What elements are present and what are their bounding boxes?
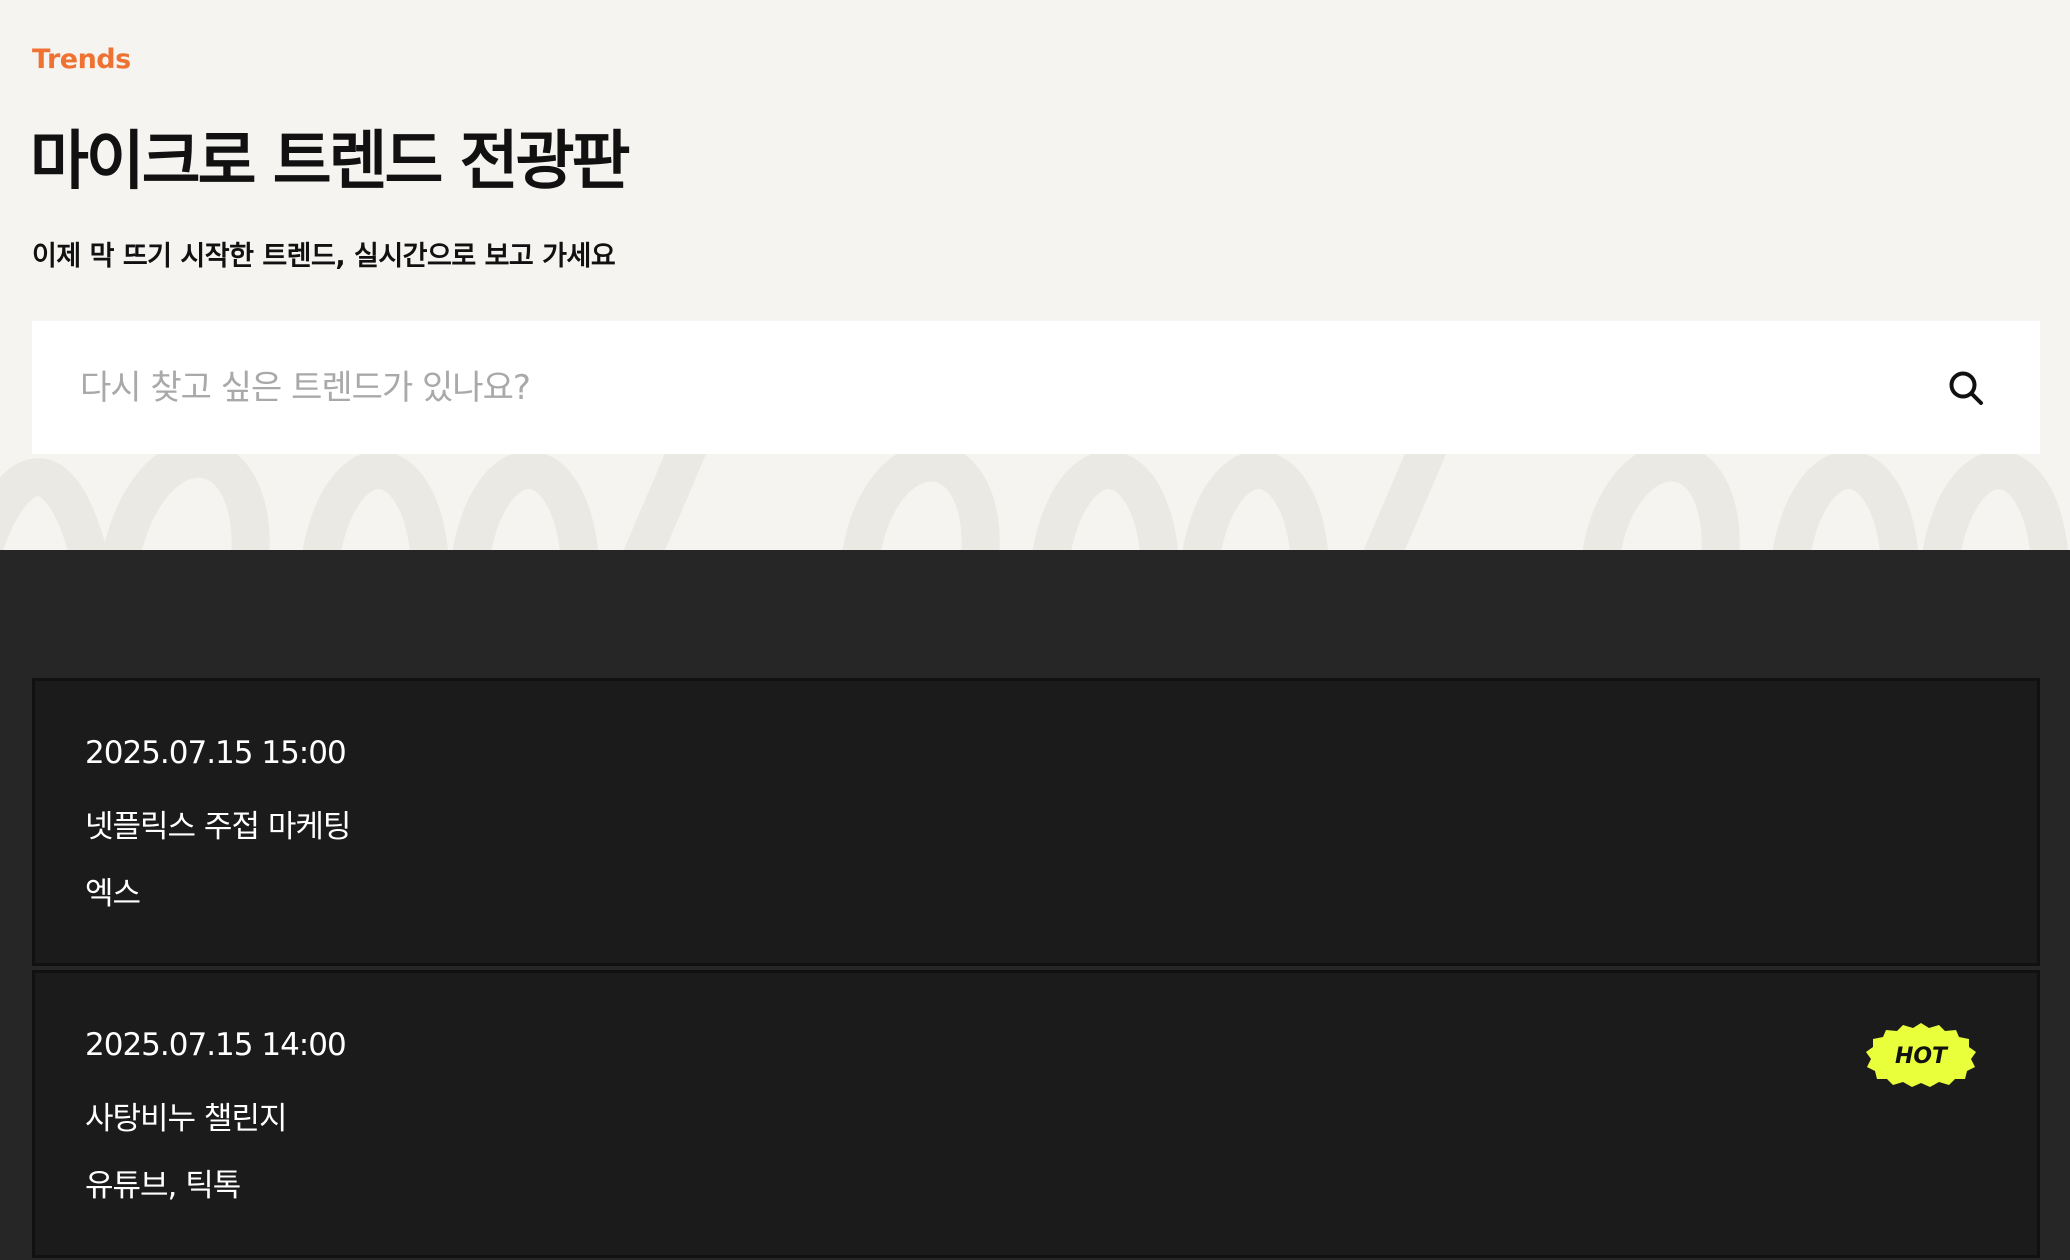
page-subtitle: 이제 막 뜨기 시작한 트렌드, 실시간으로 보고 가세요	[32, 241, 616, 272]
trend-platform: 유튜브, 틱톡	[85, 1168, 241, 1204]
hero-section: Trends 마이크로 트렌드 전광판 이제 막 뜨기 시작한 트렌드, 실시간…	[0, 0, 2070, 550]
trend-list: 2025.07.15 15:00 넷플릭스 주접 마케팅 엑스 2025.07.…	[32, 678, 2040, 1260]
trend-card[interactable]: 2025.07.15 14:00 사탕비누 챌린지 유튜브, 틱톡 HOT	[32, 970, 2040, 1258]
search-bar	[32, 321, 2040, 454]
section-eyebrow: Trends	[32, 44, 131, 75]
trend-card[interactable]: 2025.07.15 15:00 넷플릭스 주접 마케팅 엑스	[32, 678, 2040, 966]
trend-datetime: 2025.07.15 14:00	[85, 1027, 347, 1063]
trend-title: 사탕비누 챌린지	[85, 1101, 287, 1137]
search-button[interactable]	[1936, 358, 1996, 418]
page: Trends 마이크로 트렌드 전광판 이제 막 뜨기 시작한 트렌드, 실시간…	[0, 0, 2070, 1260]
hot-badge-label: HOT	[1895, 1044, 1949, 1069]
trend-datetime: 2025.07.15 15:00	[85, 735, 347, 771]
trend-title: 넷플릭스 주접 마케팅	[85, 809, 351, 845]
page-title: 마이크로 트렌드 전광판	[30, 125, 630, 199]
search-icon	[1949, 371, 1983, 405]
trend-platform: 엑스	[85, 876, 141, 912]
hot-badge: HOT	[1866, 1023, 1976, 1087]
search-input[interactable]	[32, 321, 1936, 454]
